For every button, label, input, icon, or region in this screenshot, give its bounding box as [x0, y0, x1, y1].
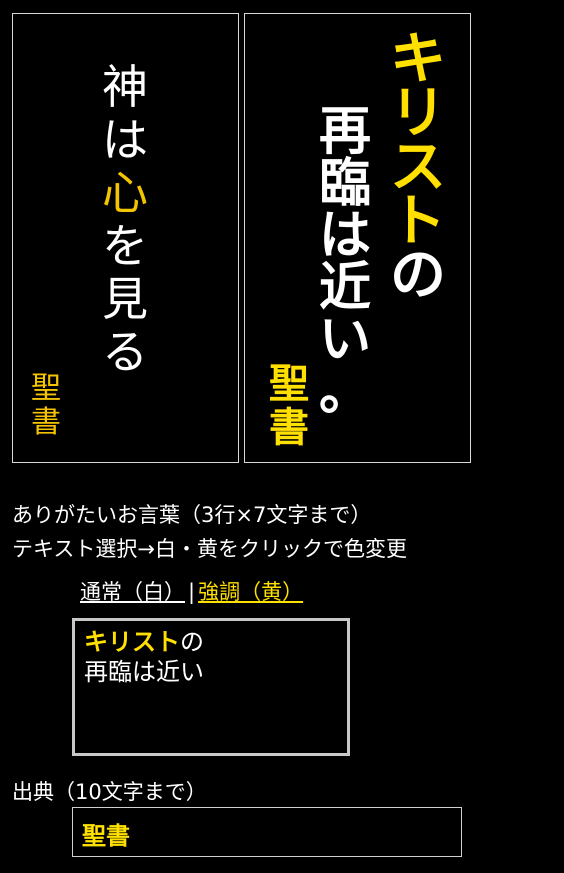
quote-char: を [102, 219, 148, 273]
quote-char-highlight: キ [390, 27, 446, 92]
quote-char: 近 [318, 258, 371, 318]
editor-line-2: 再臨は近い [84, 658, 204, 686]
emphasis-yellow-button[interactable]: 強調（黄） [198, 580, 303, 604]
left-quote-column: 神 は 心 を 見 る [95, 64, 155, 382]
quote-char: る [102, 325, 148, 379]
quote-char: 見 [102, 272, 148, 326]
quote-char: の [390, 243, 446, 308]
editor-emphasis-text: キリスト [84, 628, 180, 656]
quote-char-highlight: ト [390, 189, 446, 254]
style-separator: | [188, 580, 196, 604]
editor-line-1: キリストの [84, 627, 338, 657]
source-input[interactable]: 聖書 [72, 807, 462, 857]
right-quote-column-2: 再 臨 は 近 い 。 [313, 106, 377, 418]
source-char: 書 [31, 405, 61, 440]
quote-char: 臨 [318, 154, 371, 214]
source-char: 聖 [31, 371, 61, 406]
quote-char: 。 [318, 362, 371, 422]
normal-white-button[interactable]: 通常（白） [80, 580, 185, 604]
instruction-color-change: テキスト選択→白・黄をクリックで色変更 [12, 537, 407, 561]
source-label: 出典（10文字まで） [12, 780, 207, 804]
preview-card-right: キ リ ス ト の 再 臨 は 近 い 。 聖 書 [244, 13, 471, 463]
source-char: 聖 [269, 361, 309, 407]
preview-card-left: 神 は 心 を 見 る 聖 書 [12, 13, 239, 463]
right-quote-column-1: キ リ ス ト の [383, 27, 453, 308]
quote-editor[interactable]: キリストの 再臨は近い [72, 618, 350, 756]
style-toggle-row: 通常（白） | 強調（黄） [80, 576, 303, 606]
quote-char-highlight: 心 [102, 166, 148, 220]
editor-normal-text: の [180, 628, 204, 656]
quote-char: は [102, 113, 148, 167]
quote-char-highlight: リ [390, 81, 446, 146]
quote-char-highlight: ス [390, 135, 446, 200]
source-char: 書 [269, 405, 309, 451]
left-source-column: 聖 書 [29, 374, 63, 442]
instruction-quote-limit: ありがたいお言葉（3行×7文字まで） [12, 503, 372, 527]
quote-char: 再 [318, 102, 371, 162]
quote-char: は [318, 206, 371, 266]
quote-char: 神 [102, 60, 148, 114]
quote-char: い [318, 310, 371, 370]
right-source-column: 聖 書 [267, 364, 311, 452]
